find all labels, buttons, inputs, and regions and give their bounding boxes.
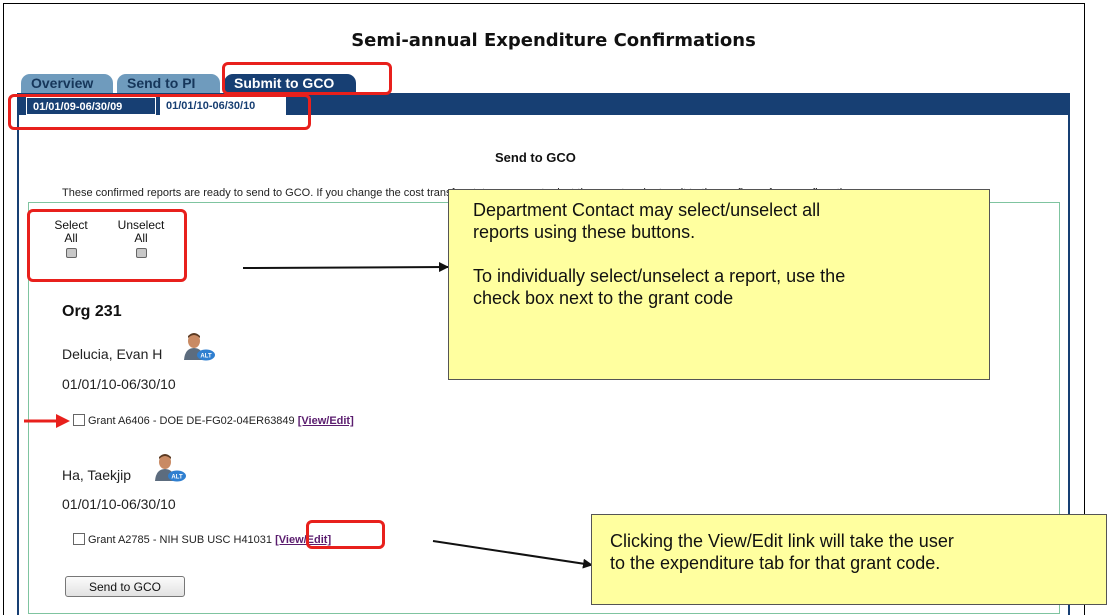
callout-line: to the expenditure tab for that grant co… [610,553,941,573]
callout-line: check box next to the grant code [473,288,734,308]
arrow-to-select-buttons [242,262,449,273]
callout-line: Clicking the View/Edit link will take th… [610,531,954,551]
callout-line: To individually select/unselect a report… [473,266,846,286]
callout-line: reports using these buttons. [473,222,696,242]
arrow-to-view-edit [432,540,593,569]
callout-view-edit: Clicking the View/Edit link will take th… [591,514,1107,605]
red-arrow-head [56,414,70,428]
callout-select-unselect: Department Contact may select/unselect a… [448,189,990,380]
callout-line: Department Contact may select/unselect a… [473,200,821,220]
